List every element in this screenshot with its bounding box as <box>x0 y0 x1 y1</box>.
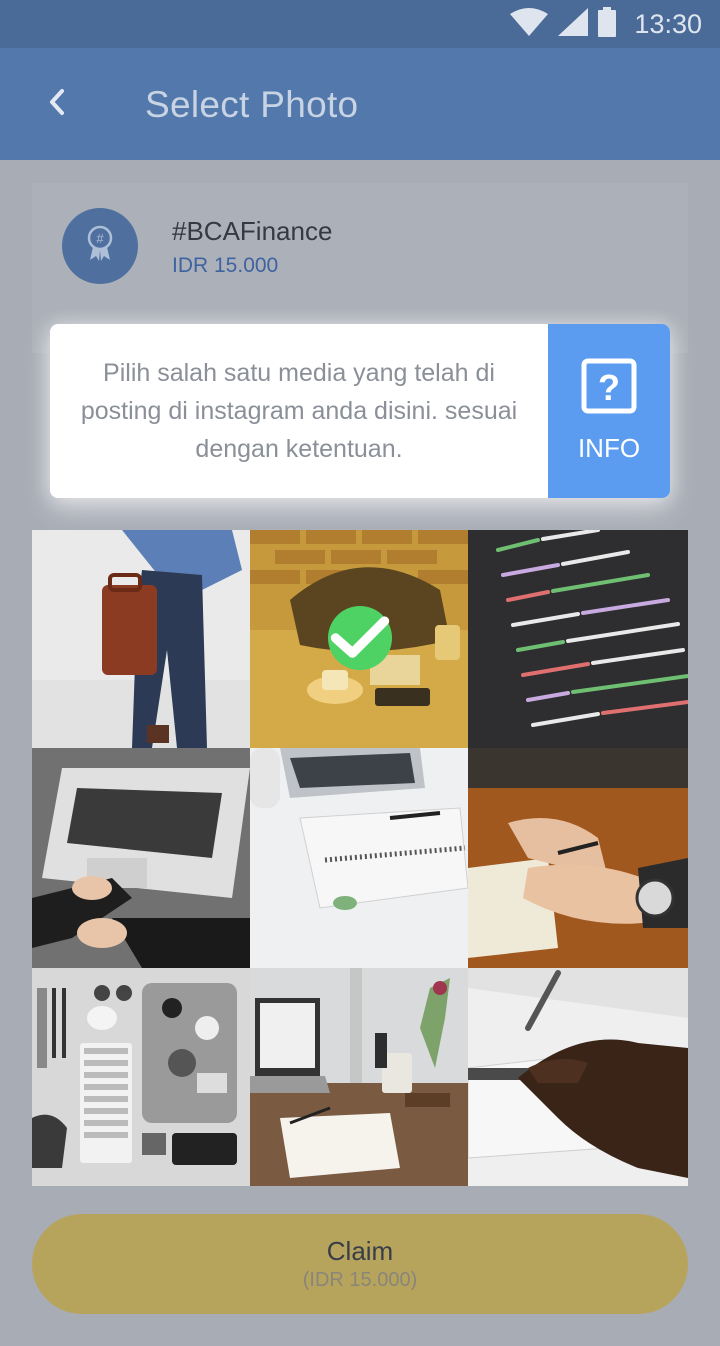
svg-text:?: ? <box>598 367 620 408</box>
photo-image <box>468 968 688 1186</box>
photo-image <box>468 748 688 968</box>
chevron-left-icon <box>46 88 66 121</box>
info-box: Pilih salah satu media yang telah di pos… <box>50 324 670 498</box>
photo-grid <box>32 530 688 1186</box>
photo-tile-selected[interactable] <box>250 530 468 748</box>
hashtag-ribbon-icon: # <box>83 224 117 269</box>
question-icon: ? <box>581 358 637 419</box>
back-button[interactable] <box>30 78 82 130</box>
svg-text:#: # <box>96 231 104 246</box>
campaign-hashtag: #BCAFinance <box>172 216 333 246</box>
app-bar: Select Photo <box>0 48 720 160</box>
status-bar: 13:30 <box>0 0 720 48</box>
photo-image <box>32 968 250 1186</box>
photo-tile[interactable] <box>32 530 250 748</box>
photo-image <box>32 748 250 968</box>
battery-icon <box>598 6 617 42</box>
campaign-badge: # <box>62 208 138 284</box>
photo-image <box>32 530 250 748</box>
photo-image <box>468 530 688 748</box>
info-text: Pilih salah satu media yang telah di pos… <box>80 359 518 463</box>
info-button-label: INFO <box>577 433 641 463</box>
photo-tile[interactable] <box>250 968 468 1186</box>
photo-image <box>250 748 468 968</box>
photo-image <box>250 968 468 1186</box>
selected-check-icon <box>328 606 392 670</box>
info-button[interactable]: ? INFO <box>548 324 670 498</box>
wifi-icon <box>510 7 549 41</box>
photo-tile[interactable] <box>32 748 250 968</box>
photo-tile[interactable] <box>468 748 688 968</box>
photo-tile[interactable] <box>468 530 688 748</box>
claim-button[interactable]: Claim (IDR 15.000) <box>32 1214 688 1314</box>
claim-button-label: Claim <box>326 1236 394 1266</box>
photo-tile[interactable] <box>468 968 688 1186</box>
campaign-price: IDR 15.000 <box>172 254 279 277</box>
photo-tile[interactable] <box>250 748 468 968</box>
page-title: Select Photo <box>145 84 359 125</box>
signal-icon <box>558 7 589 41</box>
photo-tile[interactable] <box>32 968 250 1186</box>
claim-button-amount: (IDR 15.000) <box>302 1269 418 1291</box>
status-time: 13:30 <box>634 8 702 39</box>
